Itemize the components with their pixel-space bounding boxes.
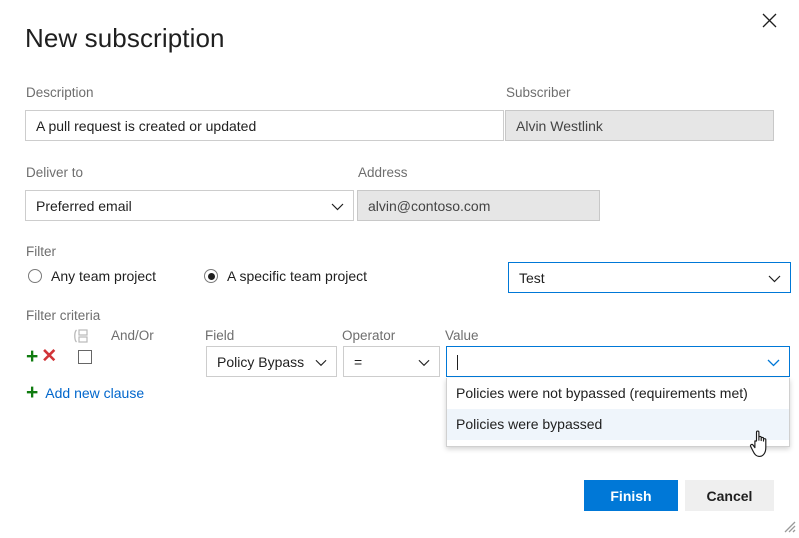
- group-clauses-icon[interactable]: [72, 329, 89, 348]
- filter-label: Filter: [26, 244, 56, 260]
- deliver-to-label: Deliver to: [26, 165, 83, 181]
- description-label: Description: [26, 85, 94, 101]
- description-input[interactable]: [25, 110, 504, 141]
- team-project-select[interactable]: Test: [508, 262, 791, 293]
- cancel-button[interactable]: Cancel: [685, 480, 774, 511]
- column-header-field: Field: [205, 328, 234, 344]
- column-header-value: Value: [445, 328, 479, 344]
- list-item[interactable]: Policies were not bypassed (requirements…: [447, 378, 789, 409]
- clause-value-select[interactable]: [446, 346, 790, 377]
- filter-criteria-label: Filter criteria: [26, 308, 100, 324]
- resize-grip[interactable]: [780, 517, 796, 533]
- deliver-to-value: Preferred email: [36, 198, 343, 214]
- column-header-and-or: And/Or: [111, 328, 154, 344]
- radio-icon: [28, 269, 42, 283]
- delete-clause-row-icon[interactable]: ✕: [41, 346, 57, 367]
- new-subscription-dialog: New subscription Description Subscriber …: [0, 0, 799, 536]
- deliver-to-select[interactable]: Preferred email: [25, 190, 354, 221]
- page-title: New subscription: [25, 22, 225, 54]
- team-project-value: Test: [519, 270, 780, 286]
- radio-any-team-project-label: Any team project: [51, 268, 156, 284]
- list-item[interactable]: Policies were bypassed: [447, 409, 789, 440]
- add-new-clause-button[interactable]: + Add new clause: [26, 382, 144, 403]
- address-field-wrap: [357, 190, 600, 221]
- subscriber-field-wrap: [505, 110, 774, 141]
- finish-button[interactable]: Finish: [584, 480, 678, 511]
- clause-operator-value: =: [354, 354, 429, 370]
- description-field-wrap: [25, 110, 504, 141]
- address-input: [357, 190, 600, 221]
- column-header-operator: Operator: [342, 328, 395, 344]
- add-clause-row-icon[interactable]: +: [26, 346, 38, 367]
- clause-field-select[interactable]: Policy Bypass: [206, 346, 337, 377]
- subscriber-label: Subscriber: [506, 85, 571, 101]
- clause-operator-select[interactable]: =: [343, 346, 440, 377]
- clause-select-checkbox[interactable]: [78, 350, 92, 364]
- plus-icon: +: [26, 382, 38, 403]
- text-caret: [457, 355, 458, 370]
- radio-selected-icon: [204, 269, 218, 283]
- radio-specific-team-project[interactable]: A specific team project: [204, 268, 367, 284]
- subscriber-input: [505, 110, 774, 141]
- clause-row-actions: + ✕: [26, 346, 57, 367]
- radio-specific-team-project-label: A specific team project: [227, 268, 367, 284]
- radio-any-team-project[interactable]: Any team project: [28, 268, 156, 284]
- add-new-clause-label: Add new clause: [45, 385, 144, 401]
- address-label: Address: [358, 165, 408, 181]
- clause-field-value: Policy Bypass: [217, 354, 326, 370]
- close-icon: [762, 13, 777, 28]
- clause-value-text: [457, 353, 779, 370]
- value-dropdown-list: Policies were not bypassed (requirements…: [446, 378, 790, 447]
- close-button[interactable]: [753, 5, 785, 35]
